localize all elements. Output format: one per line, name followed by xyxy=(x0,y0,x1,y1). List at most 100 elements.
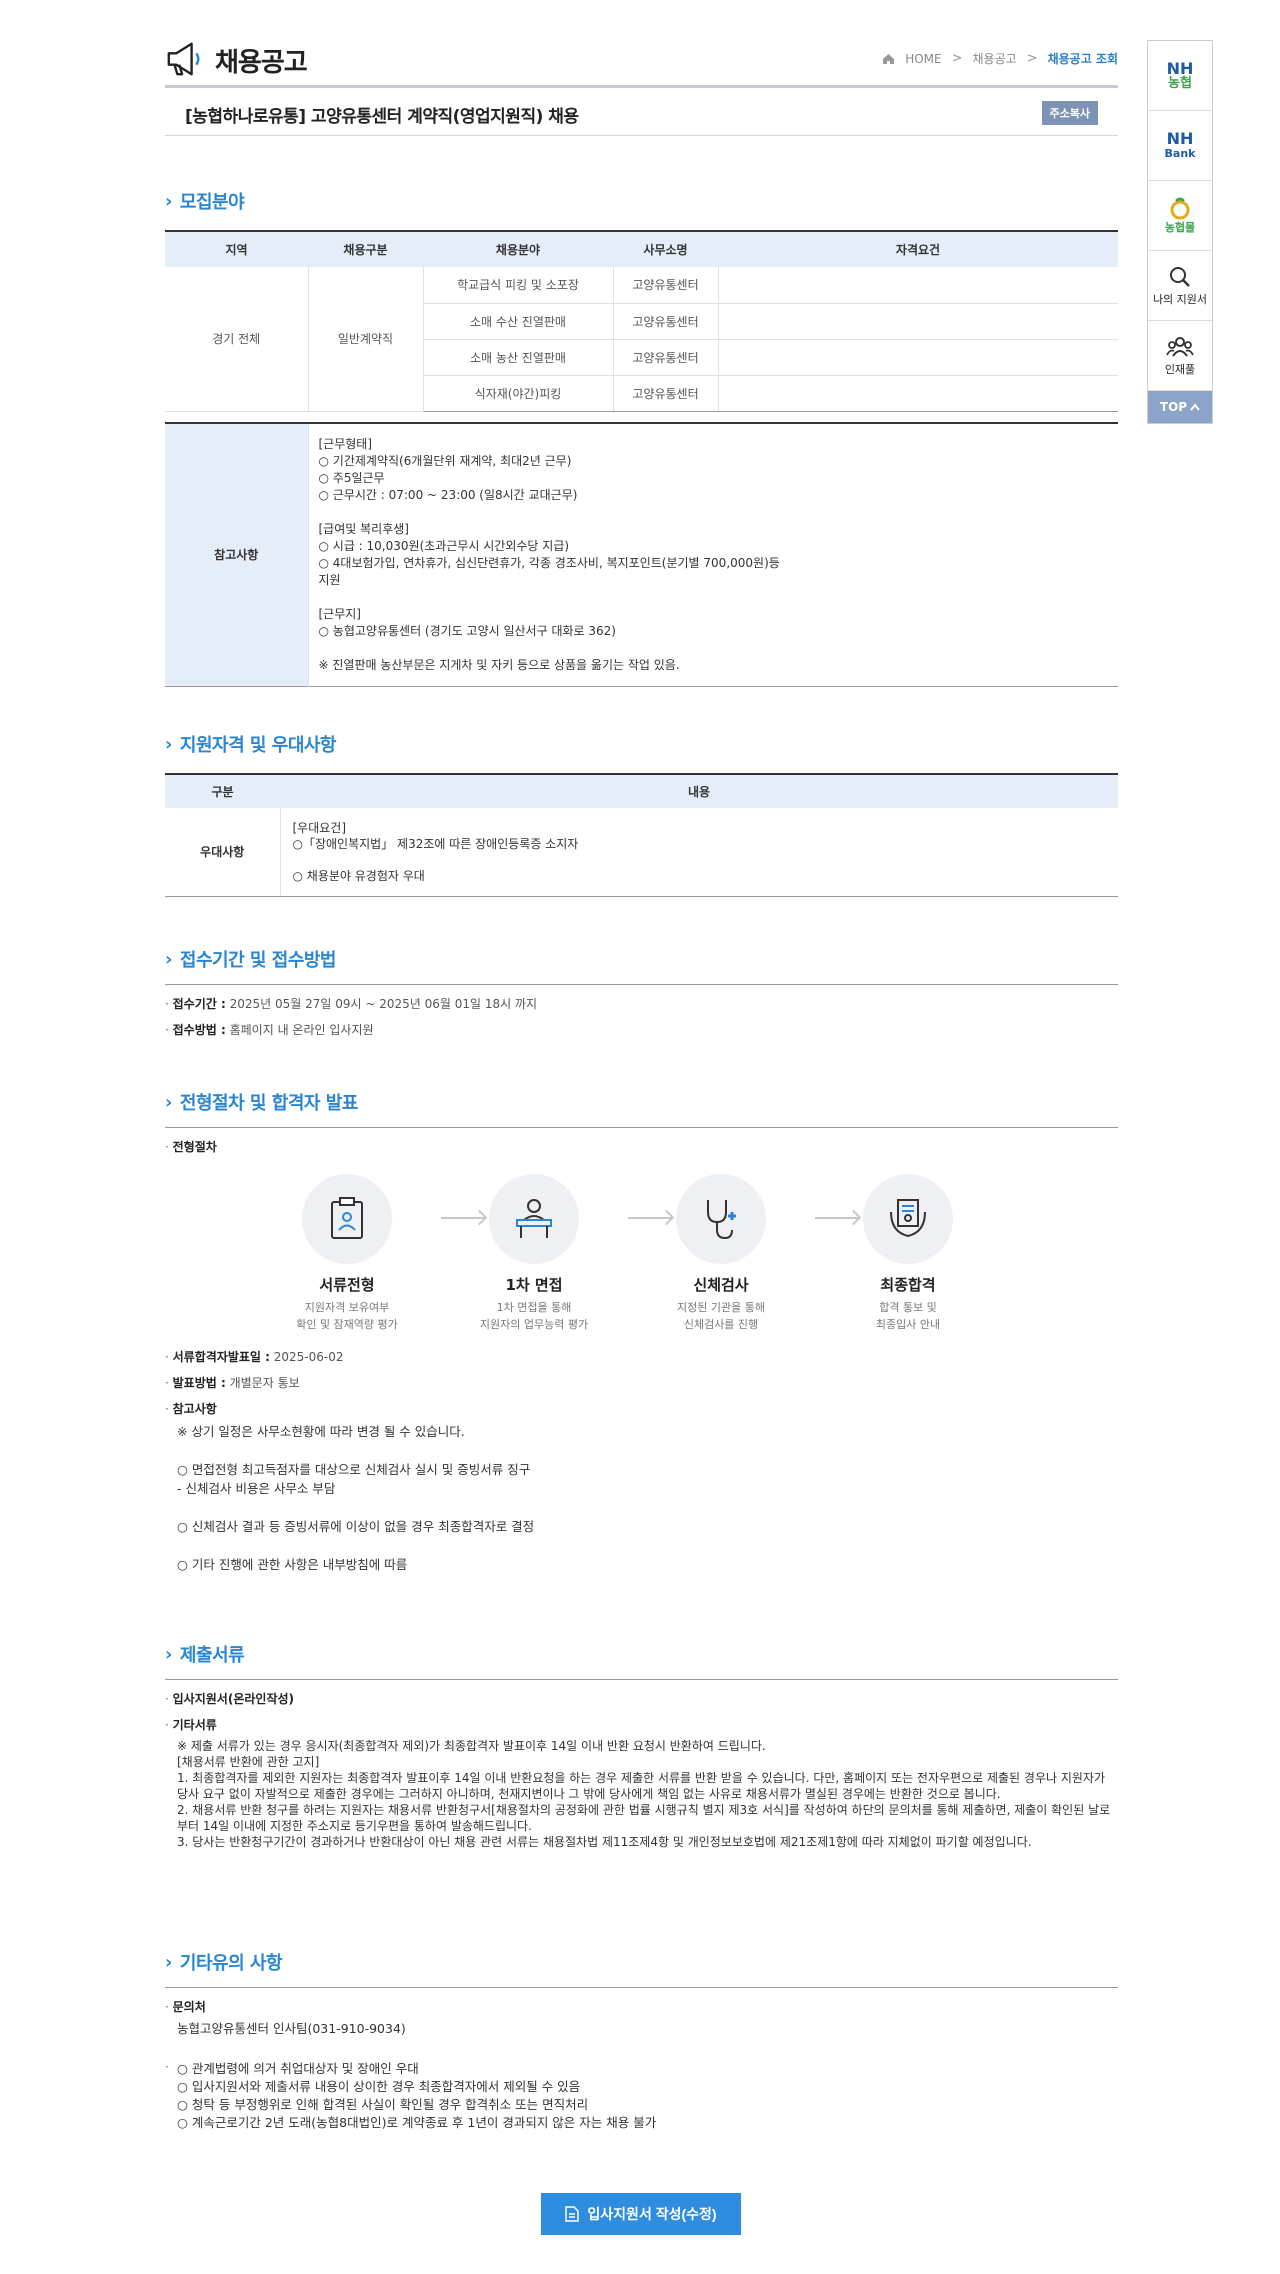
interview-icon xyxy=(489,1174,579,1264)
qualify-row-label: 우대사항 xyxy=(165,808,280,897)
quick-my-application[interactable]: 나의 지원서 xyxy=(1148,251,1212,321)
document-icon xyxy=(565,2206,580,2222)
scroll-top-button[interactable]: TOP xyxy=(1148,391,1212,423)
step-desc: 지정된 기관을 통해 신체검사를 진행 xyxy=(677,1301,765,1331)
section-title-etc: › 기타유의 사항 xyxy=(165,1949,1118,1988)
docs-item-apply: 입사지원서(온라인작성) xyxy=(165,1686,1118,1712)
quick-talent-pool[interactable]: 인재풀 xyxy=(1148,321,1212,391)
process-step: 1차 면접 1차 면접을 통해 지원자의 업무능력 평가 xyxy=(454,1174,614,1333)
col-office: 사무소명 xyxy=(613,230,718,267)
step-name: 서류전형 xyxy=(319,1276,375,1294)
table-row: 우대사항 [우대요건] ○「장애인복지법」 제32조에 따른 장애인등록증 소지… xyxy=(165,808,1118,897)
process-ref-label: 참고사항 xyxy=(165,1396,1118,1422)
region-cell: 경기 전체 xyxy=(165,267,308,412)
step-name: 최종합격 xyxy=(880,1276,936,1294)
receipt-method: 접수방법 : 홈페이지 내 온라인 입사지원 xyxy=(165,1017,1118,1043)
office-cell: 고양유통센터 xyxy=(612,375,718,412)
breadcrumb-home[interactable]: HOME xyxy=(905,52,941,66)
note-content: [근무형태] ○ 기간제계약직(6개월단위 재계약, 최대2년 근무) ○ 주5… xyxy=(307,422,1118,686)
chevron-right-icon: › xyxy=(165,1091,172,1113)
qualify-cell xyxy=(717,303,1118,340)
megaphone-icon xyxy=(167,42,200,76)
nh-mall-logo-icon xyxy=(1170,197,1190,219)
page-header: 채용공고 HOME > 채용공고 > 채용공고 조회 xyxy=(165,0,1118,88)
recruit-section: › 모집분야 지역 채용구분 채용분야 사무소명 자격요건 경기 전체 일반계약직… xyxy=(165,188,1118,687)
table-row: 참고사항 [근무형태] ○ 기간제계약직(6개월단위 재계약, 최대2년 근무)… xyxy=(165,422,1118,686)
chevron-right-icon: › xyxy=(165,948,172,970)
process-step: 신체검사 지정된 기관을 통해 신체검사를 진행 xyxy=(641,1174,801,1333)
qualify-cell xyxy=(717,375,1118,412)
contact-label: 문의처 xyxy=(165,1994,1118,2020)
recruit-table: 지역 채용구분 채용분야 사무소명 자격요건 경기 전체 일반계약직 학교급식 … xyxy=(165,230,1118,412)
docs-section: ›제출서류 입사지원서(온라인작성) 기타서류 ※ 제출 서류가 있는 경우 응… xyxy=(165,1641,1118,1850)
col-category: 구분 xyxy=(165,773,280,808)
office-cell: 고양유통센터 xyxy=(612,303,718,340)
type-cell: 일반계약직 xyxy=(307,267,423,412)
section-title-process: › 전형절차 및 합격자 발표 xyxy=(165,1089,1118,1128)
quick-menu: NH 농협 NH Bank 농협몰 나의 지원서 인재풀 TOP xyxy=(1147,40,1213,424)
qualify-cell xyxy=(717,339,1118,376)
step-desc: 합격 통보 및 최종입사 안내 xyxy=(875,1301,941,1331)
note-label: 참고사항 xyxy=(165,422,308,686)
job-title-row: [농협하나로유통] 고양유통센터 계약직(영업지원직) 채용 주소복사 xyxy=(165,88,1118,136)
etc-section: ›기타유의 사항 문의처 농협고양유통센터 인사팀(031-910-9034) … xyxy=(165,1949,1118,2132)
step-name: 신체검사 xyxy=(693,1276,749,1294)
office-cell: 고양유통센터 xyxy=(612,267,718,304)
section-title-receipt: › 접수기간 및 접수방법 xyxy=(165,946,1118,985)
docs-text: ※ 제출 서류가 있는 경우 응시자(최종합격자 제외)가 최종합격자 발표이후… xyxy=(177,1739,1111,1849)
quick-mall-link[interactable]: 농협몰 xyxy=(1148,181,1212,251)
col-type: 채용구분 xyxy=(308,230,423,267)
qualify-cell xyxy=(717,267,1118,304)
clipboard-icon xyxy=(302,1174,392,1264)
copy-address-button[interactable]: 주소복사 xyxy=(1041,101,1098,125)
breadcrumb-current: 채용공고 조회 xyxy=(1047,52,1118,66)
table-header-row: 구분 내용 xyxy=(165,773,1118,808)
qualify-table: 구분 내용 우대사항 [우대요건] ○「장애인복지법」 제32조에 따른 장애인… xyxy=(165,773,1118,897)
field-cell: 식자재(야간)피킹 xyxy=(422,375,613,412)
col-content: 내용 xyxy=(280,773,1118,808)
announce-date: 서류합격자발표일 : 2025-06-02 xyxy=(165,1344,1118,1370)
contact-value: 농협고양유통센터 인사팀(031-910-9034) xyxy=(177,2021,406,2036)
step-desc: 1차 면접을 통해 지원자의 업무능력 평가 xyxy=(479,1301,589,1331)
breadcrumb: HOME > 채용공고 > 채용공고 조회 xyxy=(882,50,1118,67)
table-row: 경기 전체 일반계약직 학교급식 피킹 및 소포장 고양유통센터 xyxy=(165,267,1118,412)
chevron-right-icon: › xyxy=(165,733,172,755)
chevron-right-icon: › xyxy=(165,1643,172,1665)
table-header-row: 지역 채용구분 채용분야 사무소명 자격요건 xyxy=(165,230,1118,267)
step-desc: 지원자격 보유여부 확인 및 잠재역량 평가 xyxy=(296,1301,398,1331)
field-cell: 소매 농산 진열판매 xyxy=(422,339,613,376)
receipt-section: ›접수기간 및 접수방법 접수기간 : 2025년 05월 27일 09시 ~ … xyxy=(165,946,1118,1043)
breadcrumb-recruit[interactable]: 채용공고 xyxy=(973,50,1017,67)
job-title: [농협하나로유통] 고양유통센터 계약직(영업지원직) 채용 xyxy=(185,107,579,127)
col-qualify: 자격요건 xyxy=(718,230,1118,267)
col-region: 지역 xyxy=(165,230,308,267)
search-icon xyxy=(1170,266,1190,287)
announce-method: 발표방법 : 개별문자 통보 xyxy=(165,1370,1118,1396)
chevron-right-icon: › xyxy=(165,190,172,212)
process-sub-label: 전형절차 xyxy=(165,1134,1118,1160)
chevron-right-icon: › xyxy=(165,1951,172,1973)
process-step: 서류전형 지원자격 보유여부 확인 및 잠재역량 평가 xyxy=(267,1174,427,1333)
quick-nhbank-link[interactable]: NH Bank xyxy=(1148,111,1212,181)
field-cell: 학교급식 피킹 및 소포장 xyxy=(422,267,613,304)
quick-nh-link[interactable]: NH 농협 xyxy=(1148,41,1212,111)
bullet-dot: · xyxy=(165,2060,169,2074)
process-step: 최종합격 합격 통보 및 최종입사 안내 xyxy=(828,1174,988,1333)
section-title-recruit: › 모집분야 xyxy=(165,190,245,214)
section-title-qualify: › 지원자격 및 우대사항 xyxy=(165,733,337,757)
home-icon[interactable] xyxy=(882,53,895,65)
apply-button[interactable]: 입사지원서 작성(수정) xyxy=(541,2193,741,2235)
office-cell: 고양유통센터 xyxy=(612,339,718,376)
process-ref-text: ※ 상기 일정은 사무소현황에 따라 변경 될 수 있습니다. ○ 면접전형 최… xyxy=(177,1424,535,1572)
etc-notes: ○ 관계법령에 의거 취업대상자 및 장애인 우대 ○ 입사지원서와 제출서류 … xyxy=(177,2061,657,2130)
receipt-period: 접수기간 : 2025년 05월 27일 09시 ~ 2025년 06월 01일… xyxy=(165,991,1118,1017)
stethoscope-icon xyxy=(676,1174,766,1264)
process-section: ›전형절차 및 합격자 발표 전형절차 서류전형 지원자격 보유여부 확인 및 … xyxy=(165,1089,1118,1574)
people-icon xyxy=(1166,336,1194,357)
chevron-right-icon: > xyxy=(1026,51,1038,66)
chevron-up-icon xyxy=(1190,403,1200,411)
step-name: 1차 면접 xyxy=(505,1276,563,1294)
field-cell: 소매 수산 진열판매 xyxy=(422,303,613,340)
certificate-icon xyxy=(863,1174,953,1264)
chevron-right-icon: > xyxy=(951,51,963,66)
